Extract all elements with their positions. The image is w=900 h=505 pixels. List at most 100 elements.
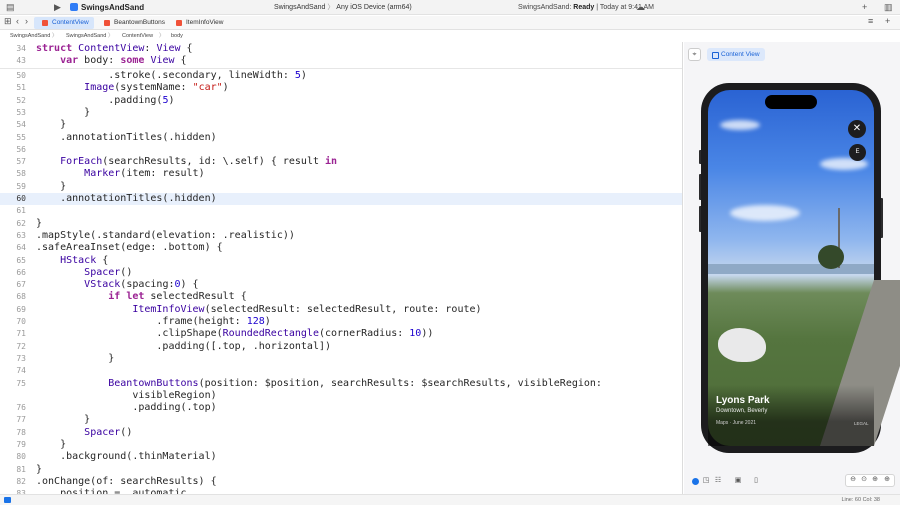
- line-number[interactable]: 58: [0, 168, 26, 180]
- code-line[interactable]: 57 ForEach(searchResults, id: \.self) { …: [0, 156, 682, 168]
- line-number[interactable]: 78: [0, 427, 26, 439]
- code-line[interactable]: 76 .padding(.top): [0, 402, 682, 414]
- tab-iteminfoview[interactable]: ItemInfoView: [168, 17, 230, 29]
- zoom-in-icon[interactable]: ⊕: [882, 475, 892, 485]
- code-line[interactable]: 63 .mapStyle(.standard(elevation: .realis…: [0, 230, 682, 242]
- debug-area-icon[interactable]: [4, 497, 11, 503]
- code-text[interactable]: BeantownButtons(position: $position, sea…: [36, 378, 602, 390]
- code-line[interactable]: 50 .stroke(.secondary, lineWidth: 5): [0, 70, 682, 82]
- line-number[interactable]: 74: [0, 365, 26, 377]
- line-number[interactable]: 50: [0, 70, 26, 82]
- code-line[interactable]: 75 BeantownButtons(position: $position, …: [0, 378, 682, 390]
- code-line[interactable]: 64 .safeAreaInset(edge: .bottom) {: [0, 242, 682, 254]
- forward-icon[interactable]: ›: [25, 16, 28, 27]
- code-text[interactable]: var body: some View {: [36, 55, 186, 67]
- editor-options-icon[interactable]: ≡: [868, 16, 873, 27]
- code-text[interactable]: Spacer(): [36, 267, 132, 279]
- code-text[interactable]: .frame(height: 128): [36, 316, 270, 328]
- line-number[interactable]: 72: [0, 341, 26, 353]
- line-number[interactable]: 65: [0, 255, 26, 267]
- code-text[interactable]: .mapStyle(.standard(elevation: .realisti…: [36, 230, 295, 242]
- code-text[interactable]: if let selectedResult {: [36, 291, 247, 303]
- code-text[interactable]: }: [36, 181, 66, 193]
- code-text[interactable]: }: [36, 218, 42, 230]
- code-text[interactable]: .padding([.top, .horizontal]): [36, 341, 331, 353]
- legal-label[interactable]: LEGAL: [854, 421, 869, 426]
- code-line[interactable]: 51 Image(systemName: "car"): [0, 82, 682, 94]
- line-number[interactable]: 76: [0, 402, 26, 414]
- line-number[interactable]: 67: [0, 279, 26, 291]
- code-line[interactable]: 53 }: [0, 107, 682, 119]
- tab-beantownbuttons[interactable]: BeantownButtons: [96, 17, 166, 29]
- split-editor-icon[interactable]: +: [885, 16, 890, 27]
- code-text[interactable]: .annotationTitles(.hidden): [36, 193, 217, 205]
- code-text[interactable]: .annotationTitles(.hidden): [36, 132, 217, 144]
- code-text[interactable]: .onChange(of: searchResults) {: [36, 476, 217, 488]
- live-preview-icon[interactable]: [692, 478, 699, 485]
- line-number[interactable]: 59: [0, 181, 26, 193]
- code-line[interactable]: 61: [0, 205, 682, 217]
- line-number[interactable]: 71: [0, 328, 26, 340]
- line-number[interactable]: 68: [0, 291, 26, 303]
- zoom-out-icon[interactable]: ⊖: [848, 475, 858, 485]
- zoom-fit-icon[interactable]: ⊙: [859, 475, 869, 485]
- tab-contentview[interactable]: ContentView: [34, 17, 94, 29]
- code-text[interactable]: Spacer(): [36, 427, 132, 439]
- scheme-selector[interactable]: SwingsAndSand 〉 Any iOS Device (arm64): [274, 2, 412, 13]
- line-number[interactable]: 82: [0, 476, 26, 488]
- code-text[interactable]: }: [36, 439, 66, 451]
- line-number[interactable]: 77: [0, 414, 26, 426]
- source-editor[interactable]: 34 struct ContentView: View {43 var body:…: [0, 42, 683, 494]
- code-line[interactable]: 67 VStack(spacing:0) {: [0, 279, 682, 291]
- line-number[interactable]: 69: [0, 304, 26, 316]
- code-line[interactable]: 66 Spacer(): [0, 267, 682, 279]
- code-line[interactable]: 73 }: [0, 353, 682, 365]
- line-number[interactable]: 66: [0, 267, 26, 279]
- code-line[interactable]: 69 ItemInfoView(selectedResult: selected…: [0, 304, 682, 316]
- code-text[interactable]: visibleRegion): [36, 390, 216, 402]
- sticky-code-line[interactable]: 34 struct ContentView: View {: [0, 43, 682, 55]
- code-text[interactable]: ForEach(searchResults, id: \.self) { res…: [36, 156, 337, 168]
- line-number[interactable]: 43: [0, 55, 26, 67]
- line-number[interactable]: 56: [0, 144, 26, 156]
- code-line[interactable]: 77 }: [0, 414, 682, 426]
- line-number[interactable]: 55: [0, 132, 26, 144]
- code-text[interactable]: .safeAreaInset(edge: .bottom) {: [36, 242, 223, 254]
- code-text[interactable]: .stroke(.secondary, lineWidth: 5): [36, 70, 307, 82]
- sticky-code-line[interactable]: 43 var body: some View {: [0, 55, 682, 67]
- zoom-actual-icon[interactable]: ⊕: [870, 475, 880, 485]
- code-text[interactable]: .clipShape(RoundedRectangle(cornerRadius…: [36, 328, 433, 340]
- line-number[interactable]: 63: [0, 230, 26, 242]
- line-number[interactable]: 70: [0, 316, 26, 328]
- code-line[interactable]: 78 Spacer(): [0, 427, 682, 439]
- line-number[interactable]: 57: [0, 156, 26, 168]
- line-number[interactable]: 73: [0, 353, 26, 365]
- add-icon[interactable]: +: [862, 2, 867, 13]
- code-line[interactable]: 81}: [0, 464, 682, 476]
- code-line[interactable]: 68 if let selectedResult {: [0, 291, 682, 303]
- device-settings-icon[interactable]: ▣: [733, 476, 743, 486]
- inspector-toggle-icon[interactable]: ▥: [884, 2, 893, 13]
- line-number[interactable]: 60: [0, 193, 26, 205]
- code-line[interactable]: 54 }: [0, 119, 682, 131]
- code-line[interactable]: 74: [0, 365, 682, 377]
- code-line[interactable]: 79 }: [0, 439, 682, 451]
- line-number[interactable]: 79: [0, 439, 26, 451]
- breadcrumb-file[interactable]: ContentView: [122, 31, 153, 41]
- line-number[interactable]: 61: [0, 205, 26, 217]
- code-text[interactable]: .padding(5): [36, 95, 174, 107]
- code-line[interactable]: 82 .onChange(of: searchResults) {: [0, 476, 682, 488]
- code-text[interactable]: struct ContentView: View {: [36, 43, 193, 55]
- breadcrumb-symbol[interactable]: body: [171, 31, 183, 41]
- preview-selector[interactable]: Content View: [707, 48, 765, 61]
- compass-badge[interactable]: E: [849, 144, 866, 161]
- code-line[interactable]: 59 }: [0, 181, 682, 193]
- device-icon[interactable]: ▯: [751, 476, 761, 486]
- code-line[interactable]: 70 .frame(height: 128): [0, 316, 682, 328]
- line-number[interactable]: 75: [0, 378, 26, 390]
- line-number[interactable]: 53: [0, 107, 26, 119]
- code-line[interactable]: 58 Marker(item: result): [0, 168, 682, 180]
- selectable-icon[interactable]: ◳: [701, 476, 711, 486]
- code-text[interactable]: }: [36, 414, 90, 426]
- code-text[interactable]: HStack {: [36, 255, 108, 267]
